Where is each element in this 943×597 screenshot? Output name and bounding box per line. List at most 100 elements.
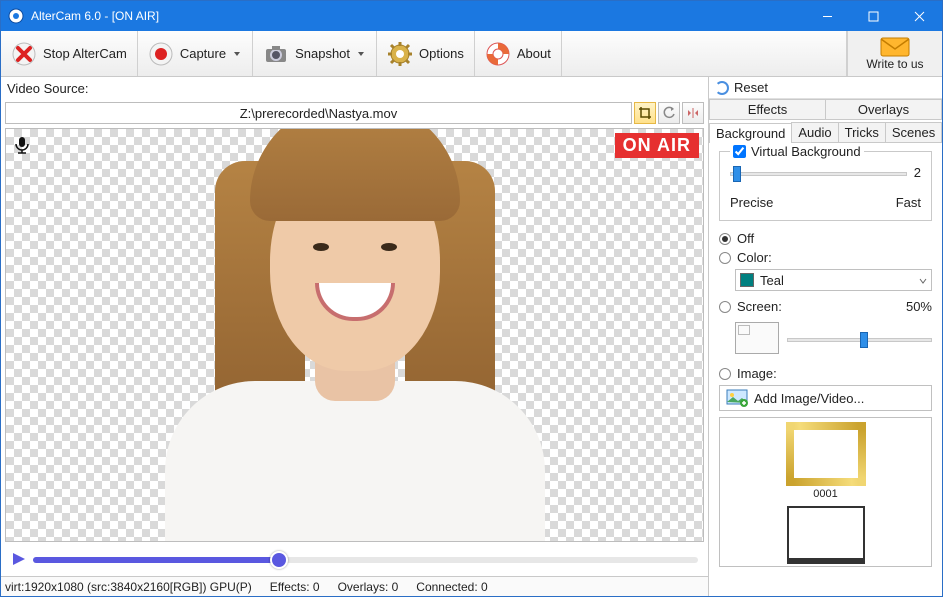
- gear-icon: [387, 41, 413, 67]
- options-label: Options: [419, 46, 464, 61]
- virtual-background-group: Virtual Background 2 Precise Fast: [719, 151, 932, 221]
- write-label: Write to us: [866, 57, 923, 71]
- minimize-button[interactable]: [804, 1, 850, 31]
- tab-audio[interactable]: Audio: [791, 122, 838, 142]
- tab-background[interactable]: Background: [709, 123, 792, 143]
- chevron-down-icon: [919, 273, 927, 288]
- status-virt: virt:1920x1080 (src:3840x2160[RGB]) GPU(…: [5, 580, 252, 594]
- reset-icon: [715, 81, 729, 95]
- bg-thumb-0001[interactable]: 0001: [724, 422, 927, 500]
- options-button[interactable]: Options: [377, 31, 475, 76]
- titlebar: AlterCam 6.0 - [ON AIR]: [1, 1, 942, 31]
- video-source-value: Z:\prerecorded\Nastya.mov: [240, 106, 398, 121]
- stop-label: Stop AlterCam: [43, 46, 127, 61]
- bg-mode-screen-row[interactable]: Screen: 50%: [719, 299, 932, 314]
- vb-quality-slider[interactable]: 2: [730, 165, 921, 183]
- tab-effects[interactable]: Effects: [709, 99, 826, 119]
- bg-mode-color-row[interactable]: Color:: [719, 250, 932, 265]
- radio-screen[interactable]: [719, 301, 731, 313]
- crop-button[interactable]: [634, 102, 656, 124]
- tab-tricks[interactable]: Tricks: [838, 122, 886, 142]
- main-toolbar: Stop AlterCam Capture Snapshot Options: [1, 31, 942, 77]
- monitor-frame-icon: [787, 506, 865, 564]
- vb-fast-label: Fast: [896, 195, 921, 210]
- close-button[interactable]: [896, 1, 942, 31]
- bg-thumb-0001-label: 0001: [813, 488, 837, 500]
- capture-button[interactable]: Capture: [138, 31, 253, 76]
- screen-opacity-slider[interactable]: [787, 330, 932, 350]
- snapshot-label: Snapshot: [295, 46, 350, 61]
- status-connected: Connected: 0: [416, 580, 487, 594]
- screen-preview-thumb[interactable]: [735, 322, 779, 354]
- bg-off-label: Off: [737, 231, 754, 246]
- crop-icon: [638, 106, 652, 120]
- app-window: AlterCam 6.0 - [ON AIR] Stop AlterCam Ca…: [0, 0, 943, 597]
- tab-scenes[interactable]: Scenes: [885, 122, 942, 142]
- maximize-button[interactable]: [850, 1, 896, 31]
- bg-mode-image-row[interactable]: Image:: [719, 366, 932, 381]
- screen-slider-thumb[interactable]: [860, 332, 868, 348]
- about-label: About: [517, 46, 551, 61]
- radio-color[interactable]: [719, 252, 731, 264]
- add-image-label: Add Image/Video...: [754, 391, 864, 406]
- right-panel: Reset Effects Overlays Background Audio …: [709, 77, 942, 596]
- vb-slider-value: 2: [914, 165, 921, 180]
- reset-label: Reset: [734, 80, 768, 95]
- vb-precise-label: Precise: [730, 195, 773, 210]
- flip-icon: [686, 106, 700, 120]
- main-area: Video Source: Z:\prerecorded\Nastya.mov: [1, 77, 942, 596]
- playback-slider[interactable]: [33, 557, 698, 563]
- video-preview[interactable]: ON AIR: [5, 128, 704, 542]
- about-button[interactable]: About: [475, 31, 562, 76]
- app-icon: [7, 7, 25, 25]
- background-panel: Virtual Background 2 Precise Fast: [709, 143, 942, 596]
- envelope-icon: [880, 37, 910, 57]
- video-source-row: Video Source:: [1, 77, 708, 100]
- snapshot-dropdown[interactable]: [356, 50, 366, 58]
- camera-icon: [263, 41, 289, 67]
- virtual-background-checkbox[interactable]: [733, 145, 746, 158]
- vb-slider-thumb[interactable]: [733, 166, 741, 182]
- upper-tabs: Effects Overlays: [709, 99, 942, 120]
- lower-tabs: Background Audio Tricks Scenes: [709, 120, 942, 143]
- lifebuoy-icon: [485, 41, 511, 67]
- bg-screen-label: Screen:: [737, 299, 782, 314]
- video-source-label: Video Source:: [5, 79, 90, 98]
- capture-dropdown[interactable]: [232, 50, 242, 58]
- play-icon[interactable]: [11, 551, 27, 570]
- rotate-button[interactable]: [658, 102, 680, 124]
- playback-bar: [1, 544, 708, 576]
- preview-content: [145, 129, 565, 541]
- rotate-icon: [662, 106, 676, 120]
- toolbar-spacer: [562, 31, 847, 76]
- stop-icon: [11, 41, 37, 67]
- tab-overlays[interactable]: Overlays: [825, 99, 942, 119]
- playback-thumb[interactable]: [270, 551, 288, 569]
- write-to-us-button[interactable]: Write to us: [847, 31, 942, 76]
- status-bar: virt:1920x1080 (src:3840x2160[RGB]) GPU(…: [1, 576, 708, 596]
- radio-image[interactable]: [719, 368, 731, 380]
- virtual-background-label: Virtual Background: [751, 144, 861, 159]
- radio-off[interactable]: [719, 233, 731, 245]
- add-image-icon: [726, 389, 748, 407]
- bg-color-value: Teal: [760, 273, 784, 288]
- bg-image-label: Image:: [737, 366, 777, 381]
- stop-altercam-button[interactable]: Stop AlterCam: [1, 31, 138, 76]
- bg-color-label: Color:: [737, 250, 772, 265]
- bg-mode-off-row[interactable]: Off: [719, 231, 932, 246]
- snapshot-button[interactable]: Snapshot: [253, 31, 377, 76]
- window-title: AlterCam 6.0 - [ON AIR]: [31, 9, 159, 23]
- microphone-icon[interactable]: [12, 135, 32, 158]
- add-image-button[interactable]: Add Image/Video...: [719, 385, 932, 411]
- video-source-selector[interactable]: Z:\prerecorded\Nastya.mov: [5, 102, 632, 124]
- bg-thumb-0002[interactable]: [724, 506, 927, 564]
- capture-label: Capture: [180, 46, 226, 61]
- record-icon: [148, 41, 174, 67]
- bg-color-select[interactable]: Teal: [735, 269, 932, 291]
- gold-frame-icon: [786, 422, 866, 486]
- on-air-badge: ON AIR: [615, 133, 699, 158]
- status-effects: Effects: 0: [270, 580, 320, 594]
- flip-button[interactable]: [682, 102, 704, 124]
- bg-image-list[interactable]: 0001: [719, 417, 932, 567]
- reset-button[interactable]: Reset: [709, 77, 942, 99]
